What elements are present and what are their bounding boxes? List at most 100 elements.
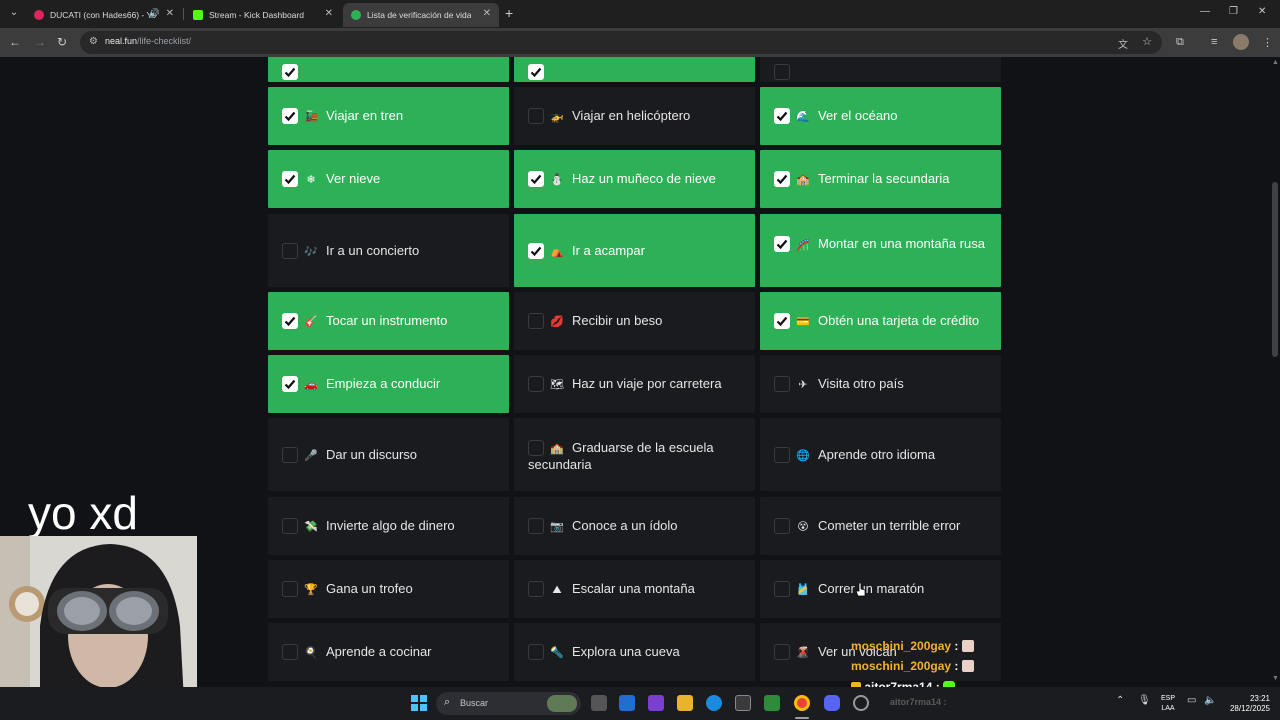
checkbox[interactable] <box>774 171 790 187</box>
profile-avatar[interactable] <box>1233 34 1249 50</box>
close-window-icon[interactable]: ✕ <box>1258 6 1266 17</box>
checklist-item[interactable]: 🌐 Aprende otro idioma <box>760 418 1001 491</box>
checkbox[interactable] <box>282 447 298 463</box>
checklist-item[interactable]: 🔦 Explora una cueva <box>514 623 755 681</box>
taskbar-clock[interactable]: 23:21 28/12/2025 <box>1226 694 1270 714</box>
checkbox[interactable] <box>774 108 790 124</box>
checkbox[interactable] <box>774 64 790 80</box>
checkbox[interactable] <box>774 447 790 463</box>
checkbox[interactable] <box>528 376 544 392</box>
minimize-icon[interactable]: — <box>1200 6 1210 17</box>
checklist-item[interactable]: 💸 Invierte algo de dinero <box>268 497 509 555</box>
site-info-icon[interactable]: ⚙ <box>89 36 98 47</box>
file-explorer-icon[interactable] <box>677 695 693 711</box>
checklist-item[interactable]: ❄ Ver nieve <box>268 150 509 208</box>
checklist-item[interactable]: 🌊 Ver el océano <box>760 87 1001 145</box>
edge-icon[interactable] <box>706 695 722 711</box>
checkbox[interactable] <box>282 376 298 392</box>
checkbox[interactable] <box>282 518 298 534</box>
discord-icon[interactable] <box>824 695 840 711</box>
close-tab-icon[interactable]: ✕ <box>325 8 333 19</box>
bookmark-star-icon[interactable]: ☆ <box>1142 35 1152 48</box>
checkbox[interactable] <box>528 313 544 329</box>
scroll-up-icon[interactable]: ▲ <box>1272 59 1279 66</box>
checklist-item[interactable]: 🚗 Empieza a conducir <box>268 355 509 413</box>
tray-chevron-icon[interactable]: ⌃ <box>1116 695 1124 706</box>
checklist-item[interactable]: 🍳 Aprende a cocinar <box>268 623 509 681</box>
restore-icon[interactable]: ❐ <box>1229 6 1238 17</box>
microphone-icon[interactable]: 🎙 <box>1138 695 1151 706</box>
checklist-item[interactable]: ⛄ Haz un muñeco de nieve <box>514 150 755 208</box>
checkbox[interactable] <box>774 518 790 534</box>
checklist-item[interactable]: 🎽 Correr un maratón <box>760 560 1001 618</box>
tab-life-checklist[interactable]: Lista de verificación de vida ✕ <box>343 3 499 27</box>
checkbox[interactable] <box>528 64 544 80</box>
url-text[interactable]: neal.fun/life-checklist/ <box>105 36 191 46</box>
teams-icon[interactable] <box>648 695 664 711</box>
checklist-item[interactable]: 🎤 Dar un discurso <box>268 418 509 491</box>
checkbox[interactable] <box>528 581 544 597</box>
xbox-icon[interactable] <box>764 695 780 711</box>
checkbox[interactable] <box>528 518 544 534</box>
speaker-icon[interactable]: 🔊 <box>149 8 160 19</box>
scrollbar[interactable]: ▲ ▼ <box>1270 57 1280 687</box>
checklist-item[interactable] <box>760 57 1001 82</box>
media-control-icon[interactable]: ≡ <box>1211 36 1217 48</box>
checkbox[interactable] <box>282 313 298 329</box>
checkbox[interactable] <box>282 581 298 597</box>
checklist-item[interactable]: 🗺 Haz un viaje por carretera <box>514 355 755 413</box>
checkbox[interactable] <box>282 243 298 259</box>
close-tab-icon[interactable]: ✕ <box>483 8 491 19</box>
checklist-item[interactable]: 🎸 Tocar un instrumento <box>268 292 509 350</box>
close-tab-icon[interactable]: ✕ <box>166 8 174 19</box>
store-icon[interactable] <box>735 695 751 711</box>
volume-icon[interactable]: 🔈 <box>1204 695 1216 706</box>
checkbox[interactable] <box>774 644 790 660</box>
new-tab-icon[interactable]: + <box>505 5 513 21</box>
extensions-icon[interactable]: ⧉ <box>1176 36 1184 49</box>
checkbox[interactable] <box>282 64 298 80</box>
checkbox[interactable] <box>282 108 298 124</box>
checkbox[interactable] <box>282 644 298 660</box>
checkbox[interactable] <box>528 108 544 124</box>
forward-icon[interactable]: → <box>34 35 46 49</box>
checklist-item[interactable]: 🏫 Terminar la secundaria <box>760 150 1001 208</box>
menu-icon[interactable]: ⋮ <box>1262 36 1273 49</box>
checklist-item[interactable]: 🏫 Graduarse de la escuela secundaria <box>514 418 755 491</box>
checkbox[interactable] <box>774 581 790 597</box>
chrome-icon[interactable] <box>794 695 810 711</box>
taskbar-search[interactable]: ⌕ Buscar <box>436 692 581 715</box>
tab-search-icon[interactable]: ⌄ <box>6 5 22 21</box>
checklist-item[interactable]: ⛰ Escalar una montaña <box>514 560 755 618</box>
checklist-item[interactable]: 💳 Obtén una tarjeta de crédito <box>760 292 1001 350</box>
checklist-item[interactable]: 📷 Conoce a un ídolo <box>514 497 755 555</box>
checkbox[interactable] <box>528 243 544 259</box>
checklist-item[interactable]: 🎶 Ir a un concierto <box>268 214 509 287</box>
translate-icon[interactable]: 文 <box>1118 36 1128 51</box>
checklist-item[interactable]: 💋 Recibir un beso <box>514 292 755 350</box>
checklist-item[interactable]: 🚂 Viajar en tren <box>268 87 509 145</box>
back-icon[interactable]: ← <box>9 35 21 49</box>
checklist-item[interactable]: ⛺ Ir a acampar <box>514 214 755 287</box>
language-indicator[interactable]: ESP LAA <box>1160 694 1176 714</box>
checklist-item[interactable] <box>268 57 509 82</box>
checkbox[interactable] <box>774 313 790 329</box>
task-view-icon[interactable] <box>591 695 607 711</box>
tab-kick-dashboard[interactable]: Stream - Kick Dashboard ✕ <box>185 3 341 27</box>
tab-youtube[interactable]: DUCATI (con Hades66) - Yo 🔊 ✕ <box>26 3 182 27</box>
address-bar[interactable]: ⚙ neal.fun/life-checklist/ 文 ☆ <box>80 31 1162 54</box>
network-icon[interactable]: ▭ <box>1187 695 1196 706</box>
windows-start-icon[interactable] <box>411 695 427 711</box>
checklist-item[interactable]: ✈ Visita otro país <box>760 355 1001 413</box>
checklist-item[interactable]: 🏆 Gana un trofeo <box>268 560 509 618</box>
scrollbar-thumb[interactable] <box>1272 182 1278 357</box>
checkbox[interactable] <box>282 171 298 187</box>
checklist-item[interactable]: 🚁 Viajar en helicóptero <box>514 87 755 145</box>
reload-icon[interactable]: ↻ <box>57 35 67 49</box>
obs-icon[interactable] <box>853 695 869 711</box>
checklist-item[interactable] <box>514 57 755 82</box>
checklist-item[interactable]: 😵 Cometer un terrible error <box>760 497 1001 555</box>
checkbox[interactable] <box>528 644 544 660</box>
outlook-icon[interactable] <box>619 695 635 711</box>
checkbox[interactable] <box>528 171 544 187</box>
